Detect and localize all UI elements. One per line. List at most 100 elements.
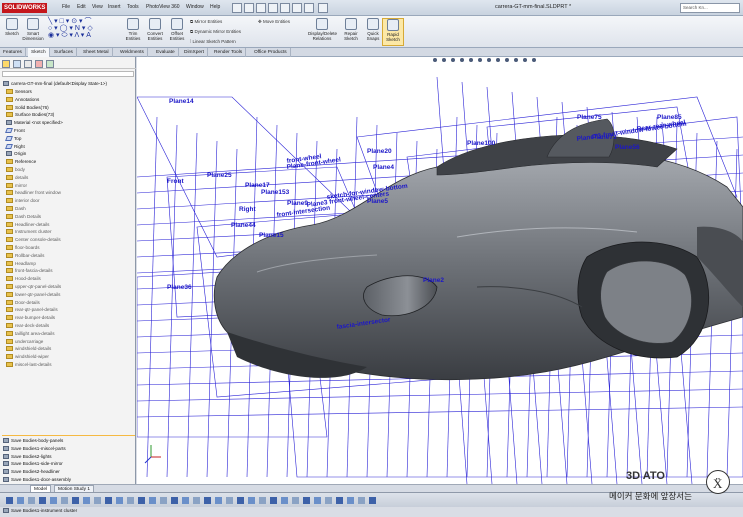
save-bodies-item[interactable]: Save Bodies1-door-assembly (3, 476, 71, 484)
plane-label[interactable]: Plane20 (367, 148, 392, 155)
tree-item[interactable]: rear-deck-details (6, 322, 49, 330)
tree-item[interactable]: upper-qtr-panel-details (6, 283, 61, 291)
solidworks-logo[interactable]: SOLIDWORKS (2, 3, 48, 13)
graphics-viewport[interactable]: Plane14 Plane75 Plane85 Plane56 Plane20 Plane… (137, 57, 743, 484)
tree-item[interactable]: undercarriage (6, 338, 43, 346)
plane-label[interactable]: Plane36 (167, 284, 192, 291)
taskbar-button-icon[interactable] (369, 497, 376, 504)
taskbar-button-icon[interactable] (204, 497, 211, 504)
search-input[interactable]: Search Kn... (680, 3, 740, 13)
plane-label[interactable]: Plane75 (577, 114, 602, 121)
taskbar-button-icon[interactable] (270, 497, 277, 504)
tree-item[interactable]: interior door (6, 197, 40, 205)
tree-item[interactable]: Sensors (6, 88, 32, 96)
plane-label[interactable]: Plane9 (287, 200, 308, 207)
tree-item[interactable]: Dash (6, 205, 26, 213)
tree-item[interactable]: mirror (6, 182, 27, 190)
tree-item[interactable]: Headliner-details (6, 221, 49, 229)
save-bodies-item[interactable]: Save Bodies-body-panels (3, 437, 63, 445)
tree-item[interactable]: rear-bumper-details (6, 314, 55, 322)
taskbar-button-icon[interactable] (314, 497, 321, 504)
taskbar-button-icon[interactable] (193, 497, 200, 504)
taskbar-button-icon[interactable] (83, 497, 90, 504)
taskbar-button-icon[interactable] (259, 497, 266, 504)
save-bodies-item[interactable]: Save Bodies2-lights (3, 453, 52, 461)
smart-dimension-button[interactable]: Smart Dimension (22, 18, 44, 41)
new-file-icon[interactable] (232, 3, 242, 13)
taskbar-button-icon[interactable] (116, 497, 123, 504)
tab-office-products[interactable]: Office Products (251, 48, 291, 57)
tree-item[interactable]: Solid Bodies(76) (6, 104, 49, 112)
tab-sheet-metal[interactable]: Sheet Metal (80, 48, 113, 57)
tree-item[interactable]: windshield-wiper (6, 353, 49, 361)
plane-label[interactable]: Plane14 (169, 98, 194, 105)
open-file-icon[interactable] (244, 3, 254, 13)
dynamic-mirror-button[interactable]: ⧉ Dynamic Mirror Entities (190, 29, 241, 34)
taskbar-button-icon[interactable] (17, 497, 24, 504)
tree-item[interactable]: front-fascia-details (6, 267, 53, 275)
tree-item[interactable]: miscel-last-details (6, 361, 52, 369)
tab-features[interactable]: Features (0, 48, 26, 57)
linear-pattern-button[interactable]: ⁞ Linear Sketch Pattern (190, 39, 236, 44)
taskbar-button-icon[interactable] (325, 497, 332, 504)
taskbar-button-icon[interactable] (347, 497, 354, 504)
tree-item[interactable]: lower-qtr-panel-details (6, 291, 60, 299)
tree-item[interactable]: Front (5, 127, 25, 135)
menu-tools[interactable]: Tools (127, 4, 139, 10)
taskbar-button-icon[interactable] (6, 497, 13, 504)
save-icon[interactable] (256, 3, 266, 13)
plane-label[interactable]: Right (239, 206, 256, 213)
tree-item[interactable]: rear-qtr-panel-details (6, 306, 58, 314)
taskbar-button-icon[interactable] (50, 497, 57, 504)
tree-item[interactable]: Material <not specified> (6, 119, 63, 127)
tree-item[interactable]: body (6, 166, 25, 174)
menu-window[interactable]: Window (186, 4, 204, 10)
taskbar-button-icon[interactable] (303, 497, 310, 504)
menu-view[interactable]: View (92, 4, 103, 10)
plane-label[interactable]: Front (167, 178, 184, 185)
tree-item[interactable]: Door-details (6, 299, 40, 307)
taskbar-button-icon[interactable] (138, 497, 145, 504)
menu-help[interactable]: Help (210, 4, 220, 10)
mirror-entities-button[interactable]: ⧉ Mirror Entities (190, 19, 222, 24)
taskbar-button-icon[interactable] (292, 497, 299, 504)
save-bodies-item[interactable]: Save Bodies1-side-mirror (3, 460, 63, 468)
taskbar-button-icon[interactable] (215, 497, 222, 504)
tree-item[interactable]: windshield-details (6, 345, 51, 353)
heads-up-view-toolbar[interactable] (433, 58, 536, 62)
repair-sketch-button[interactable]: Repair Sketch (340, 18, 362, 41)
taskbar-button-icon[interactable] (28, 497, 35, 504)
menu-photoview[interactable]: PhotoView 360 (146, 4, 180, 10)
menu-insert[interactable]: Insert (108, 4, 121, 10)
plane-label[interactable]: Plane25 (207, 172, 232, 179)
tree-item[interactable]: Right (5, 143, 25, 151)
options-gear-icon[interactable] (318, 3, 328, 13)
tree-item[interactable]: Reference (6, 158, 36, 166)
tab-surfaces[interactable]: Surfaces (51, 48, 77, 57)
tree-item[interactable]: Surface Bodies(73) (6, 111, 54, 119)
offset-entities-button[interactable]: Offset Entities (166, 18, 188, 41)
tree-item[interactable]: Hood-details (6, 275, 41, 283)
tree-item[interactable]: Top (5, 135, 21, 143)
convert-entities-button[interactable]: Convert Entities (144, 18, 166, 41)
tab-weldments[interactable]: Weldments (117, 48, 148, 57)
taskbar-button-icon[interactable] (72, 497, 79, 504)
plane-label[interactable]: Plane44 (231, 222, 256, 229)
plane-label[interactable]: Plane100 (467, 140, 496, 147)
tree-item[interactable]: Origin (6, 150, 26, 158)
taskbar-button-icon[interactable] (127, 497, 134, 504)
plane-label[interactable]: Plane56 (615, 144, 640, 151)
shape-tools[interactable]: ○ ▾ ◯ ▾ N ▾ ◇ (48, 25, 118, 32)
tree-item[interactable]: details (6, 174, 28, 182)
point-tools[interactable]: ◉ ▾ ⬭ ▾ Λ ▾ A (48, 32, 118, 39)
plane-label[interactable]: Plane17 (245, 182, 270, 189)
taskbar-button-icon[interactable] (248, 497, 255, 504)
taskbar-button-icon[interactable] (237, 497, 244, 504)
plane-label[interactable]: Plane2 (423, 277, 444, 284)
tree-item[interactable]: headliner front window (6, 189, 61, 197)
tree-item[interactable]: Annotations (6, 96, 39, 104)
tree-item[interactable]: taillight area-details (6, 330, 55, 338)
tree-item[interactable]: Headlamp (6, 260, 36, 268)
menu-edit[interactable]: Edit (77, 4, 86, 10)
taskbar-button-icon[interactable] (61, 497, 68, 504)
